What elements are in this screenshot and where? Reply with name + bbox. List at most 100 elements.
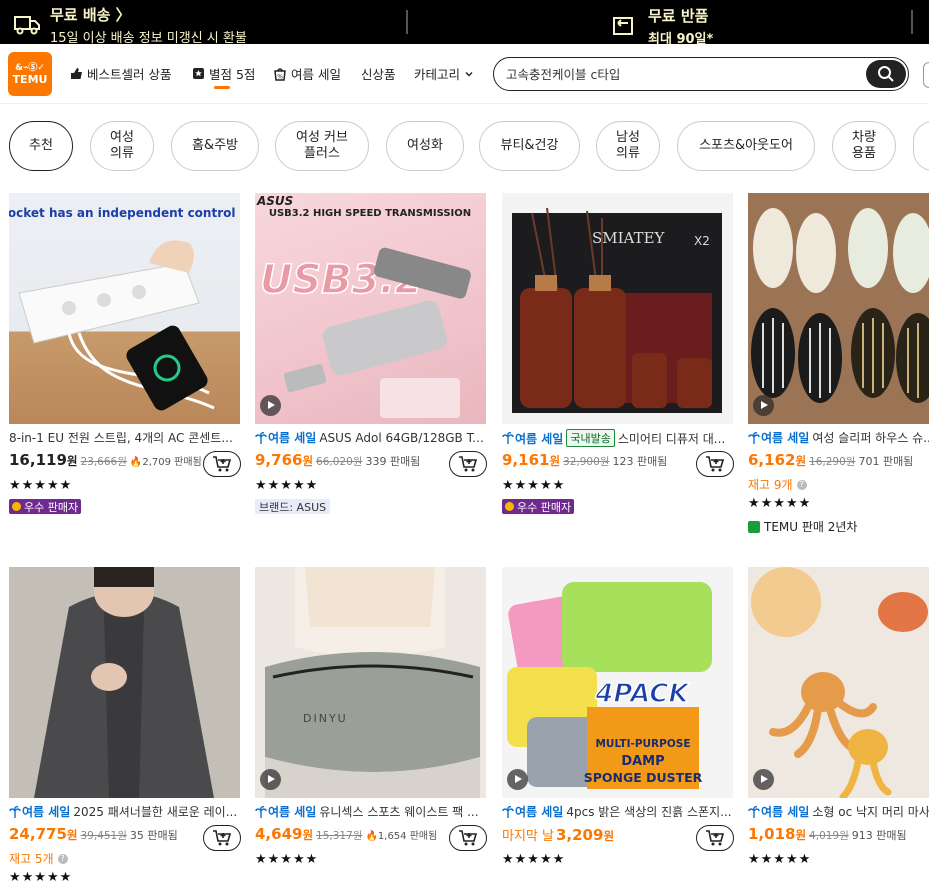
- palm-tree-icon: [748, 805, 760, 818]
- stock-remaining: 재고 5개?: [9, 850, 68, 867]
- product-image[interactable]: 4PACK MULTI-PURPOSE DAMP SPONGE DUSTER: [502, 567, 733, 798]
- product-card[interactable]: 4PACK MULTI-PURPOSE DAMP SPONGE DUSTER 여…: [502, 567, 734, 876]
- play-video-button[interactable]: [753, 769, 774, 790]
- play-video-button[interactable]: [753, 395, 774, 416]
- nav-new[interactable]: 신상품: [361, 64, 396, 83]
- product-card[interactable]: SMIATEY X2 여름 세일 국내발송 스미어티 디퓨저 대... 9,16…: [502, 193, 734, 533]
- thumbs-up-icon: [71, 68, 82, 79]
- product-card[interactable]: 여름 세일 여성 슬리퍼 하우스 슈... 6,162 원 16,290원 701…: [748, 193, 929, 535]
- nav-bestseller[interactable]: 베스트셀러 상품: [70, 64, 171, 83]
- category-chip[interactable]: 남성 의류: [596, 121, 660, 171]
- palm-tree-icon: [9, 805, 21, 818]
- product-title[interactable]: 여름 세일 ASUS Adol 64GB/128GB Type...: [255, 429, 487, 446]
- product-image[interactable]: SMIATEY X2: [502, 193, 733, 424]
- product-image[interactable]: ASUS USB3.2 HIGH SPEED TRANSMISSION USB3…: [255, 193, 486, 424]
- price: 3,209: [555, 826, 604, 844]
- category-chip[interactable]: 여성 커브 플러스: [275, 121, 369, 171]
- sponge-line3: SPONGE DUSTER: [584, 770, 703, 785]
- play-video-button[interactable]: [260, 769, 281, 790]
- palm-tree-icon: [748, 431, 760, 444]
- nav-category[interactable]: 카테고리: [414, 64, 478, 83]
- category-chip-label: 차량 용품: [852, 130, 876, 161]
- sponge-image: 4PACK MULTI-PURPOSE DAMP SPONGE DUSTER: [502, 567, 733, 798]
- sold-count: 913 판매됨: [851, 829, 907, 842]
- add-to-cart-button[interactable]: [449, 825, 487, 851]
- summer-sale-tag: 여름 세일: [502, 803, 563, 820]
- sale-label: 여름 세일: [268, 805, 317, 819]
- product-card[interactable]: 여름 세일 소형 oc 낙지 머리 마사지... 1,018원 4,019원 9…: [748, 567, 929, 876]
- nav-five-star-label: 별점 5점: [209, 67, 256, 82]
- product-image[interactable]: [748, 567, 929, 798]
- sale-label: 여름 세일: [761, 805, 810, 819]
- product-image[interactable]: DINYU: [255, 567, 486, 798]
- sale-label: 여름 세일: [22, 805, 71, 819]
- seller-info: TEMU 판매 2년차: [748, 518, 857, 535]
- product-title-text: 8-in-1 EU 전원 스트립, 4개의 AC 콘센트...: [9, 431, 233, 445]
- account-edge[interactable]: [923, 62, 929, 88]
- product-image[interactable]: [9, 567, 240, 798]
- product-title[interactable]: 여름 세일 여성 슬리퍼 하우스 슈...: [748, 429, 929, 446]
- product-card[interactable]: 여름 세일 2025 패셔너블한 새로운 레이... 24,775 원 39,45…: [9, 567, 241, 885]
- summer-sale-tag: 여름 세일: [9, 803, 70, 820]
- original-price: 4,019원: [809, 830, 849, 842]
- product-title[interactable]: 여름 세일 4pcs 밝은 색상의 진흙 스폰지...: [502, 803, 734, 820]
- rating-stars: ★★★★★: [502, 478, 566, 493]
- category-chip[interactable]: [913, 121, 929, 171]
- badge-label: 우수 판매자: [24, 500, 79, 514]
- palm-tree-icon: [502, 805, 514, 818]
- product-card[interactable]: ASUS USB3.2 HIGH SPEED TRANSMISSION USB3…: [255, 193, 487, 533]
- add-to-cart-button[interactable]: [696, 825, 734, 851]
- search-box[interactable]: [493, 57, 909, 91]
- nav-five-star[interactable]: 별점 5점: [192, 64, 256, 89]
- temu-logo[interactable]: &⌁Ⓢ✓ TEMU: [8, 52, 52, 96]
- free-return-promo[interactable]: 무료 반품 최대 90일*: [612, 5, 713, 47]
- product-title-text: 스미어티 디퓨저 대...: [617, 431, 726, 446]
- product-image[interactable]: [748, 193, 929, 424]
- category-chip[interactable]: 추천: [9, 121, 73, 171]
- category-chip[interactable]: 여성 의류: [90, 121, 154, 171]
- search-button[interactable]: [866, 60, 906, 88]
- nav-summer-sale[interactable]: % 여름 세일: [273, 64, 341, 83]
- product-image[interactable]: Each socket has an independent control s…: [9, 193, 240, 424]
- original-price: 15,317원: [316, 830, 363, 842]
- product-title[interactable]: 여름 세일 국내발송 스미어티 디퓨저 대...: [502, 429, 734, 447]
- help-icon[interactable]: ?: [57, 853, 68, 864]
- add-to-cart-button[interactable]: [203, 825, 241, 851]
- price: 9,161: [502, 451, 550, 469]
- category-chip-label: 스포츠&아웃도어: [699, 138, 793, 153]
- category-chip[interactable]: 차량 용품: [832, 121, 896, 171]
- add-to-cart-button[interactable]: [203, 451, 241, 477]
- category-chip[interactable]: 여성화: [386, 121, 464, 171]
- product-title[interactable]: 여름 세일 소형 oc 낙지 머리 마사지...: [748, 803, 929, 820]
- rating-stars: ★★★★★: [748, 496, 812, 511]
- slippers-image: [748, 193, 929, 424]
- help-icon[interactable]: ?: [796, 479, 807, 490]
- product-title[interactable]: 8-in-1 EU 전원 스트립, 4개의 AC 콘센트...: [9, 429, 241, 446]
- add-to-cart-button[interactable]: [696, 451, 734, 477]
- product-title[interactable]: 여름 세일 2025 패셔너블한 새로운 레이...: [9, 803, 241, 820]
- category-chip[interactable]: 홈&주방: [171, 121, 259, 171]
- waist-pack-logo: DINYU: [303, 712, 348, 725]
- currency: 원: [66, 454, 78, 468]
- sold-count: 123 판매됨: [612, 455, 668, 468]
- currency: 원: [66, 828, 78, 842]
- original-price: 66,020원: [316, 456, 363, 468]
- product-title-text: 여성 슬리퍼 하우스 슈...: [812, 431, 929, 445]
- summer-sale-tag: 여름 세일: [255, 429, 316, 446]
- add-to-cart-button[interactable]: [449, 451, 487, 477]
- price: 16,119: [9, 451, 67, 469]
- search-input[interactable]: [506, 66, 856, 81]
- category-chip[interactable]: 스포츠&아웃도어: [677, 121, 815, 171]
- image-caption: USB3.2 HIGH SPEED TRANSMISSION: [269, 208, 471, 219]
- free-shipping-promo[interactable]: 무료 배송 〉 15일 이상 배송 정보 미갱신 시 환불: [14, 4, 247, 46]
- category-chip[interactable]: 뷰티&건강: [479, 121, 580, 171]
- cart-icon: [459, 456, 478, 472]
- play-video-button[interactable]: [260, 395, 281, 416]
- product-card[interactable]: Each socket has an independent control s…: [9, 193, 241, 533]
- image-caption: Each socket has an independent control s…: [9, 206, 240, 220]
- product-card[interactable]: DINYU 여름 세일 유니섹스 스포츠 웨이스트 팩 ... 4,649 원 1…: [255, 567, 487, 876]
- cart-icon: [213, 830, 232, 846]
- logo-text: TEMU: [12, 73, 48, 86]
- play-video-button[interactable]: [507, 769, 528, 790]
- product-title[interactable]: 여름 세일 유니섹스 스포츠 웨이스트 팩 ...: [255, 803, 487, 820]
